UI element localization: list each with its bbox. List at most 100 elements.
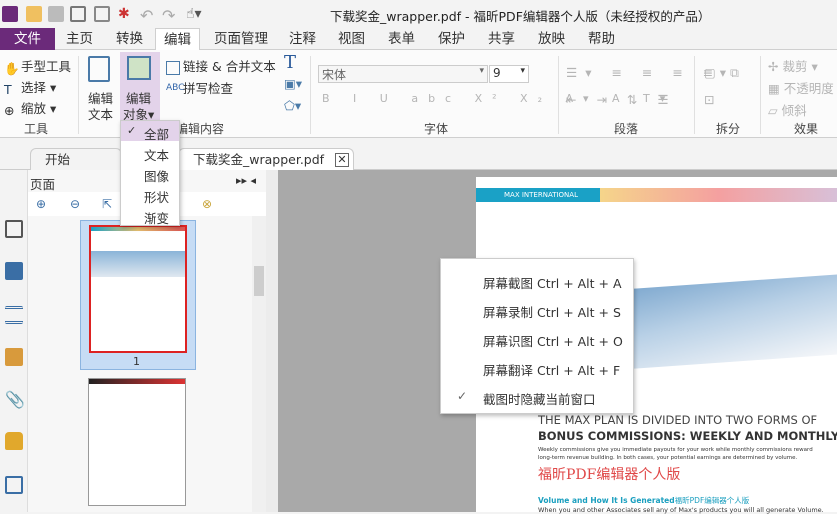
insert-page-icon[interactable]: ⇱ [102, 197, 112, 211]
layers-icon[interactable] [5, 262, 23, 280]
pdf-body-2: long-term revenue building. In both case… [538, 455, 798, 461]
pages-icon[interactable] [5, 220, 23, 238]
menu-item-hide-window[interactable]: 截图时隐藏当前窗口 [483, 389, 596, 408]
dropdown-item-all[interactable]: 全部 [121, 124, 177, 143]
tab-document[interactable]: 下载奖金_wrapper.pdf ✕ [178, 148, 354, 170]
check-icon: ✓ [457, 389, 468, 403]
edit-text-button[interactable]: 编辑 文本 [82, 54, 118, 122]
tools-group-label: 工具 [24, 122, 49, 136]
menu-item-screen-record[interactable]: 屏幕录制 Ctrl + Alt + S [483, 302, 621, 321]
close-tab-icon[interactable]: ✕ [335, 153, 349, 167]
menu-item-screen-capture[interactable]: 屏幕截图 Ctrl + Alt + A [483, 273, 622, 292]
pdf-watermark: 福昕PDF编辑器个人版 [538, 467, 681, 483]
pdf-body-1: Weekly commissions give you immediate pa… [538, 447, 813, 453]
menu-comment[interactable]: 注释 [281, 28, 324, 50]
select-icon: T [4, 81, 12, 97]
split-buttons[interactable]: ▢ ▾ ⧉ [704, 65, 739, 81]
open-icon[interactable] [26, 6, 42, 22]
splitter[interactable] [266, 170, 278, 512]
zoom-out-page-icon[interactable]: ⊖ [70, 197, 80, 211]
menu-slideshow[interactable]: 放映 [530, 28, 573, 50]
form-icon[interactable] [5, 476, 23, 494]
paragraph-align-buttons[interactable]: ☰▾ ≡ ≡ ≡ ≡ [566, 65, 721, 80]
edit-group-label: 编辑内容 [176, 122, 225, 136]
pdf-body-3: When you and other Associates sell any o… [538, 506, 824, 514]
menu-help[interactable]: 帮助 [580, 28, 623, 50]
menu-item-screen-translate[interactable]: 屏幕翻译 Ctrl + Alt + F [483, 360, 620, 379]
attachment-icon[interactable]: 📎 [5, 390, 25, 409]
spellcheck-label: 拼写检查 [183, 81, 234, 96]
paragraph-group-label: 段落 [614, 122, 639, 136]
edit-object-button[interactable]: 编辑 对象▾ [120, 52, 160, 122]
menu-form[interactable]: 表单 [380, 28, 423, 50]
menu-item-screen-ocr[interactable]: 屏幕识图 Ctrl + Alt + O [483, 331, 623, 350]
split-text-button[interactable]: ⊡ [704, 92, 714, 107]
page-thumbnail-2[interactable] [88, 378, 186, 506]
font-size-select[interactable]: 9 ▾ [489, 65, 529, 83]
hand-icon: ✋ [4, 60, 20, 76]
menu-edit[interactable]: 编辑 [155, 28, 200, 52]
menu-page-manage[interactable]: 页面管理 [206, 28, 276, 50]
window-title: 下载奖金_wrapper.pdf - 福昕PDF编辑器个人版（未经授权的产品） [330, 9, 711, 24]
print-icon[interactable] [70, 6, 86, 22]
menu-share[interactable]: 共享 [480, 28, 523, 50]
title-bar: ✱ ↶ ↷ ☝▾ 下载奖金_wrapper.pdf - 福昕PDF编辑器个人版（… [0, 0, 837, 28]
panel-collapse-icons[interactable]: ▸▸ ◂ [236, 174, 256, 187]
add-shape-icon[interactable]: ⬠▾ [284, 98, 301, 113]
edit-text-icon [88, 56, 110, 82]
divider [78, 56, 79, 134]
menu-convert[interactable]: 转换 [108, 28, 151, 50]
spellcheck-button[interactable]: ABC拼写检查 [166, 78, 233, 97]
panel-title: 页面 [30, 177, 56, 192]
page-number: 1 [133, 355, 140, 368]
dropdown-item-image[interactable]: 图像 [121, 166, 177, 185]
add-text-icon[interactable]: T [284, 52, 296, 73]
dropdown-item-shape[interactable]: 形状 [121, 187, 177, 206]
new-icon[interactable]: ✱ [118, 6, 134, 22]
undo-icon[interactable]: ↶ [140, 6, 156, 25]
delete-page-icon[interactable]: ⊗ [202, 197, 212, 211]
paragraph-indent-buttons[interactable]: ⇤ ⇥ ⇅ ☰ [566, 92, 677, 107]
zoom-icon: ⊕ [4, 102, 15, 118]
scrollbar-thumb[interactable] [254, 266, 264, 296]
edit-object-icon [127, 56, 151, 80]
touch-mode-icon[interactable]: ☝▾ [186, 6, 202, 22]
pdf-heading-2: BONUS COMMISSIONS: WEEKLY AND MONTHLY. [538, 429, 837, 443]
hand-tool-button[interactable]: ✋手型工具 [4, 56, 71, 76]
pdf-subheading: Volume and How It Is Generated福昕PDF编辑器个人… [538, 496, 750, 505]
add-image-icon[interactable]: ▣▾ [284, 76, 302, 91]
security-lock-icon[interactable] [5, 432, 23, 450]
page-thumbnail-1[interactable]: 1 [80, 220, 196, 370]
menu-view[interactable]: 视图 [330, 28, 373, 50]
menu-protect[interactable]: 保护 [430, 28, 473, 50]
effects-group-label: 效果 [794, 122, 819, 136]
zoom-in-page-icon[interactable]: ⊕ [36, 197, 46, 211]
opacity-label: 不透明度 [783, 81, 834, 96]
screenshot-context-menu: 屏幕截图 Ctrl + Alt + A 屏幕录制 Ctrl + Alt + S … [440, 258, 634, 414]
comments-icon[interactable] [5, 348, 23, 366]
save-icon[interactable] [48, 6, 64, 22]
tab-start[interactable]: 开始 [30, 148, 122, 170]
properties-icon[interactable] [94, 6, 110, 22]
link-merge-label: 链接 & 合并文本 [183, 59, 276, 74]
zoom-label: 缩放 [21, 101, 47, 116]
link-merge-button[interactable]: 链接 & 合并文本 [166, 56, 276, 75]
thumbnail-image [89, 225, 187, 353]
select-button[interactable]: T 选择 ▾ [4, 77, 56, 97]
menu-file[interactable]: 文件 [0, 28, 55, 50]
edit-object-dropdown: ✓ 全部 文本 图像 形状 渐变 [120, 120, 180, 226]
opacity-button[interactable]: ▦ 不透明度 [768, 78, 834, 97]
panel-scrollbar[interactable] [252, 216, 266, 512]
skew-button[interactable]: ▱ 倾斜 [768, 100, 807, 119]
stack-icon[interactable] [5, 306, 23, 324]
menu-home[interactable]: 主页 [58, 28, 101, 50]
dropdown-item-gradient[interactable]: 渐变 [121, 208, 177, 227]
menu-bar: 文件 主页 转换 编辑 页面管理 注释 视图 表单 保护 共享 放映 帮助 [0, 28, 837, 52]
font-name-select[interactable]: 宋体 ▾ [318, 65, 488, 83]
spellcheck-icon: ABC [166, 82, 185, 93]
dropdown-item-text[interactable]: 文本 [121, 145, 177, 164]
redo-icon[interactable]: ↷ [162, 6, 178, 25]
select-label: 选择 [21, 80, 47, 95]
zoom-button[interactable]: ⊕ 缩放 ▾ [4, 98, 56, 118]
crop-button[interactable]: ✢ 裁剪 ▾ [768, 56, 818, 75]
